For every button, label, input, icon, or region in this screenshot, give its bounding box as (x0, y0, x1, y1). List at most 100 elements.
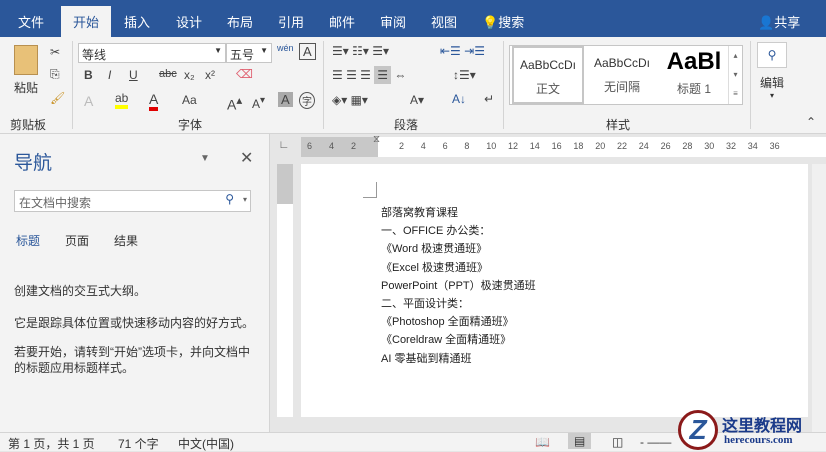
ribbon-tabs: 文件 开始 插入 设计 布局 引用 邮件 审阅 视图 💡搜索 👤共享 (0, 0, 826, 37)
ruler-tick: 6 (442, 141, 448, 151)
clear-format-icon[interactable]: ⌫ (236, 67, 253, 81)
document-page[interactable]: 部落窝教育课程一、OFFICE 办公类： 《Word 极速贯通班》 《Excel 极… (301, 164, 808, 417)
nav-hint-3: 若要开始，请转到“开始”选项卡，并向文档中的标题应用标题样式。 (14, 345, 250, 375)
ruler-tick: 32 (726, 141, 737, 151)
watermark-logo: Z 这里教程网 herecours.com (678, 408, 826, 451)
tab-design[interactable]: 设计 (176, 12, 202, 31)
asian-layout-button[interactable]: A▾ (410, 93, 424, 107)
horizontal-ruler[interactable]: 6 4 2 2 4 6 8 10 12 14 16 18 20 22 24 26 28 30 32 34 36 ⧖ (301, 134, 826, 157)
ruler-tick: 12 (508, 141, 519, 151)
document-line[interactable]: 部落窝教育课程 (381, 204, 458, 220)
grow-font-button[interactable]: A▴ (227, 93, 242, 113)
zoom-slider[interactable]: - —— (640, 435, 671, 449)
document-line[interactable]: AI 零基础到精通班 (381, 350, 471, 366)
search-icon: ⚲ (757, 42, 787, 68)
highlight-button[interactable]: ab (115, 91, 129, 109)
tab-insert[interactable]: 插入 (124, 12, 150, 31)
style-heading1[interactable]: AaBl 标题 1 (658, 46, 730, 104)
group-styles: 样式 (606, 118, 631, 132)
nav-options-icon[interactable]: ▼ (200, 153, 210, 164)
show-marks-icon[interactable]: ↵ (484, 92, 494, 106)
char-border-button[interactable]: A (299, 43, 316, 60)
group-clipboard: 剪贴板 (10, 118, 47, 132)
copy-icon[interactable]: ⎘ (50, 67, 60, 82)
gallery-scroll[interactable]: ▴ ▾ ≡ (728, 46, 742, 104)
sort-icon[interactable]: A↓ (452, 92, 466, 106)
close-icon[interactable]: ✕ (240, 148, 253, 168)
tab-view[interactable]: 视图 (431, 12, 457, 31)
tab-mailings[interactable]: 邮件 (329, 12, 355, 31)
tab-layout[interactable]: 布局 (227, 12, 253, 31)
nav-title: 导航 (14, 153, 53, 174)
logo-z-icon: Z (678, 410, 718, 450)
indent-marker[interactable]: ⧖ (373, 134, 380, 145)
document-line[interactable]: 一、OFFICE 办公类： (381, 222, 490, 238)
collapse-ribbon-icon[interactable]: ⌃ (806, 115, 816, 129)
tell-me-search[interactable]: 💡搜索 (482, 12, 524, 31)
language[interactable]: 中文(中国) (178, 435, 234, 452)
align-buttons[interactable]: ☰ ☰ ☰ ☰ ⇔ (332, 66, 406, 84)
italic-button[interactable]: I (108, 68, 111, 82)
strikethrough-button[interactable]: abc (159, 68, 177, 80)
line-spacing-button[interactable]: ↕☰▾ (453, 68, 476, 82)
format-painter-icon[interactable]: 🖌 (50, 91, 65, 105)
change-case-button[interactable]: Aa (182, 93, 197, 107)
document-line[interactable]: 《Photoshop 全面精通班》 (381, 313, 514, 329)
shading-button[interactable]: ◈▾ ▦▾ (332, 93, 368, 107)
shrink-font-button[interactable]: A▾ (252, 95, 265, 111)
style-no-spacing[interactable]: AaBbCcDı 无间隔 (586, 46, 658, 104)
document-line[interactable]: PowerPoint（PPT）极速贯通班 (381, 277, 536, 293)
superscript-button[interactable]: x² (205, 68, 215, 82)
indent-buttons[interactable]: ⇤☰ ⇥☰ (440, 44, 485, 58)
subscript-button[interactable]: x₂ (184, 68, 195, 82)
nav-search-input[interactable]: 在文档中搜索 ⚲ ▾ (14, 190, 251, 212)
bullets-button[interactable]: ☰▾ ☷▾ ☰▾ (332, 44, 389, 58)
vertical-scrollbar[interactable] (812, 164, 826, 432)
clipboard-icon (14, 45, 38, 75)
search-icon[interactable]: ⚲ (225, 192, 234, 206)
ribbon: 粘贴 ✂ ⎘ 🖌 剪贴板 等线 ▼ 五号 ▼ wén A B I U abc x₂ … (0, 37, 826, 134)
enclose-char-button[interactable]: 字 (299, 92, 315, 109)
document-line[interactable]: 《Coreldraw 全面精通班》 (381, 331, 511, 347)
underline-button[interactable]: U (129, 68, 138, 82)
vertical-ruler[interactable] (277, 164, 293, 417)
nav-tab-headings[interactable]: 标题 (16, 232, 40, 249)
tab-review[interactable]: 审阅 (380, 12, 406, 31)
lightbulb-icon: 💡 (482, 15, 499, 30)
nav-hint-2: 它是跟踪具体位置或快速移动内容的好方式。 (14, 316, 255, 330)
tab-home[interactable]: 开始 (61, 6, 112, 37)
word-count[interactable]: 71 个字 (118, 435, 159, 452)
ruler-tick: 8 (464, 141, 470, 151)
page-count[interactable]: 第 1 页，共 1 页 (8, 435, 95, 452)
document-line[interactable]: 《Word 极速贯通班》 (381, 240, 487, 256)
share-button[interactable]: 👤共享 (758, 12, 800, 31)
style-normal[interactable]: AaBbCcDı 正文 (512, 46, 584, 104)
tab-references[interactable]: 引用 (278, 12, 304, 31)
editing-button[interactable]: ⚲ 编辑 ▾ (757, 42, 787, 100)
ruler-tick: 16 (551, 141, 562, 151)
document-line[interactable]: 二、平面设计类： (381, 295, 469, 311)
nav-hint-1: 创建文档的交互式大纲。 (14, 284, 147, 298)
ruler-tick: 20 (595, 141, 606, 151)
nav-tab-pages[interactable]: 页面 (65, 232, 89, 249)
cut-icon[interactable]: ✂ (50, 45, 60, 59)
document-line[interactable]: 《Excel 极速贯通班》 (381, 259, 488, 275)
ruler-tick: 6 (307, 141, 313, 151)
ruler-tick: 28 (682, 141, 693, 151)
print-layout-icon[interactable]: ▤ (568, 433, 592, 449)
char-shading-button[interactable]: A (278, 92, 293, 107)
ruler-tick: 4 (420, 141, 426, 151)
ruler-tick: 26 (660, 141, 671, 151)
font-color-button[interactable]: A (149, 91, 159, 111)
read-mode-icon[interactable]: 📖 (535, 435, 550, 449)
tab-selector[interactable]: ∟ (275, 139, 293, 157)
bold-button[interactable]: B (84, 68, 93, 82)
text-effects-button[interactable]: A (84, 93, 93, 109)
tab-file[interactable]: 文件 (18, 12, 44, 31)
nav-tab-results[interactable]: 结果 (114, 232, 138, 249)
web-layout-icon[interactable]: ◫ (612, 435, 623, 449)
font-name-select[interactable]: 等线 ▼ (78, 43, 226, 63)
font-size-select[interactable]: 五号 ▼ (226, 43, 272, 63)
paste-button[interactable]: 粘贴 (10, 45, 42, 96)
phonetic-guide-button[interactable]: wén (277, 43, 294, 53)
